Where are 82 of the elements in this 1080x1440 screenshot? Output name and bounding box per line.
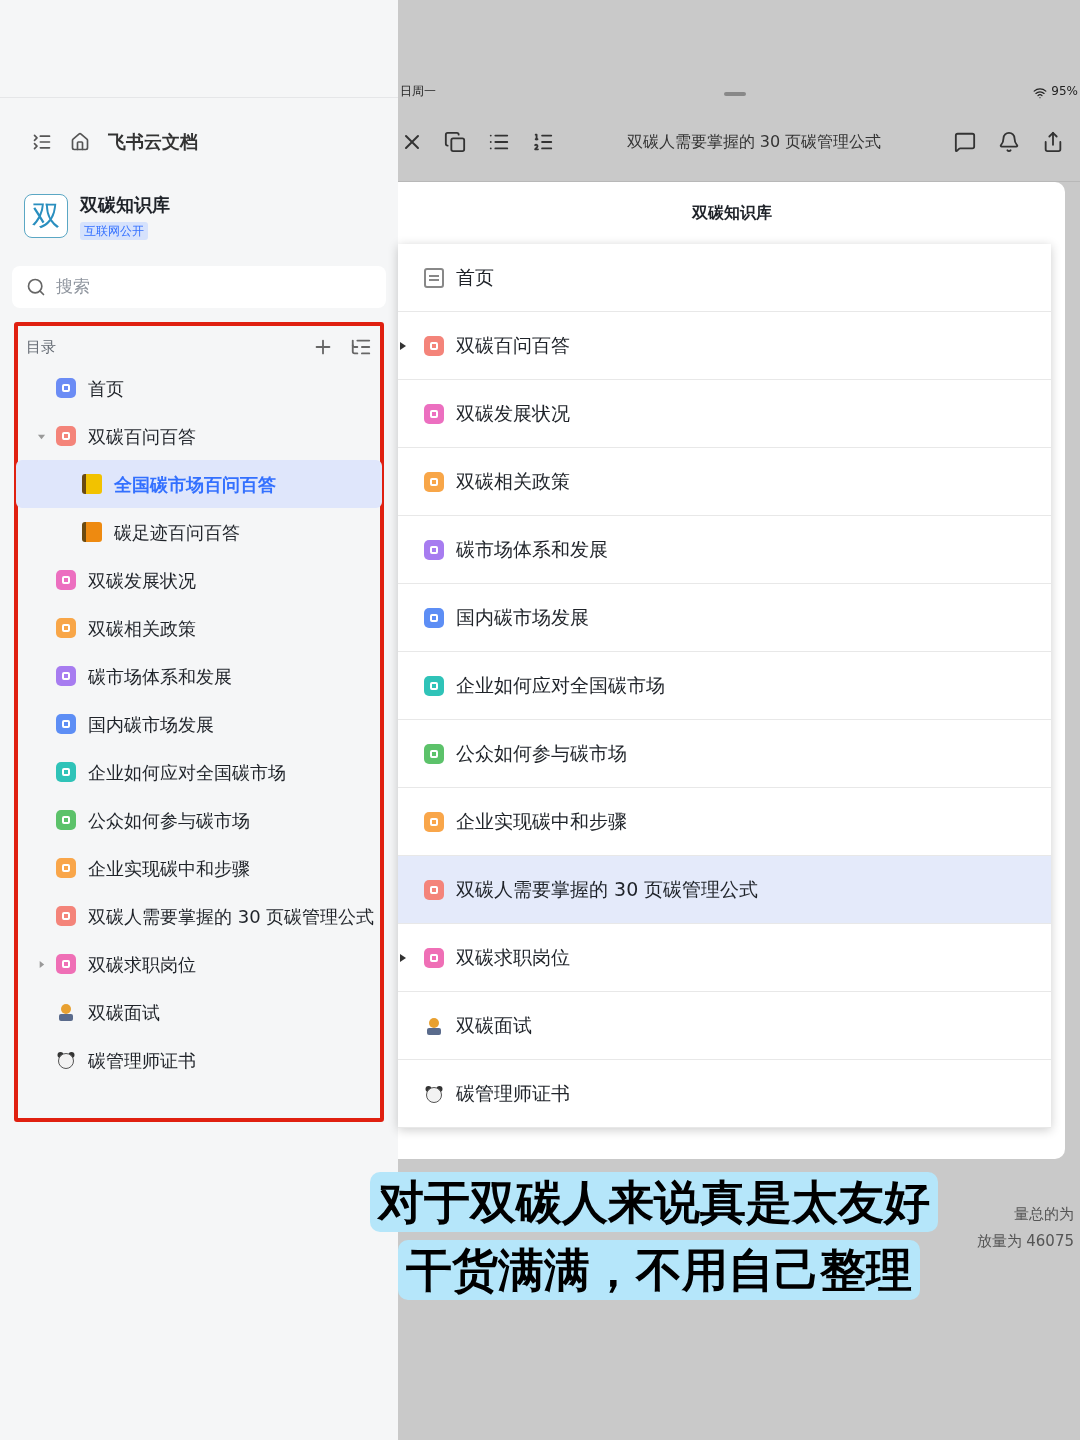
page-list-label: 公众如何参与碳市场 bbox=[456, 741, 627, 767]
home-icon[interactable] bbox=[70, 131, 90, 152]
toc-item-label: 全国碳市场百问百答 bbox=[114, 472, 276, 497]
toc-item-label: 双碳求职岗位 bbox=[88, 952, 196, 977]
panda-icon bbox=[424, 1083, 444, 1104]
page-list-label: 双碳面试 bbox=[456, 1013, 532, 1039]
toc-item-label: 双碳面试 bbox=[88, 1000, 160, 1025]
toc-item[interactable]: 企业实现碳中和步骤 bbox=[26, 844, 372, 892]
toc-item-label: 碳足迹百问百答 bbox=[114, 520, 240, 545]
toc-item-label: 双碳相关政策 bbox=[88, 616, 196, 641]
toc-item-label: 双碳人需要掌握的 30 页碳管理公式 bbox=[88, 904, 375, 929]
toc-item[interactable]: 碳足迹百问百答 bbox=[26, 508, 372, 556]
toc-item-label: 双碳发展状况 bbox=[88, 568, 196, 593]
document-text: 量总的为 bbox=[1014, 1204, 1074, 1225]
document-icon bbox=[424, 267, 444, 288]
toc-title: 目录 bbox=[26, 336, 56, 358]
page-list-label: 企业实现碳中和步骤 bbox=[456, 809, 627, 835]
toc-item[interactable]: 双碳面试 bbox=[26, 988, 372, 1036]
battery-level: 95% bbox=[1051, 83, 1078, 100]
status-date: 日周一 bbox=[400, 83, 436, 100]
toc-item-label: 碳市场体系和发展 bbox=[88, 664, 232, 689]
panda-icon bbox=[56, 1050, 76, 1070]
caption-text: 对于双碳人来说真是太友好 bbox=[370, 1172, 938, 1232]
page-list-label: 企业如何应对全国碳市场 bbox=[456, 673, 665, 699]
toc-item[interactable]: 企业如何应对全国碳市场 bbox=[26, 748, 372, 796]
toc-item-label: 公众如何参与碳市场 bbox=[88, 808, 250, 833]
page-list-item[interactable]: 国内碳市场发展 bbox=[398, 584, 1051, 652]
page-list-item[interactable]: 双碳求职岗位 bbox=[398, 924, 1051, 992]
toc-item-label: 企业如何应对全国碳市场 bbox=[88, 760, 286, 785]
worker-icon bbox=[56, 1002, 76, 1022]
page-list-item[interactable]: 双碳面试 bbox=[398, 992, 1051, 1060]
toc-item[interactable]: 双碳百问百答 bbox=[26, 412, 372, 460]
page-list-label: 双碳相关政策 bbox=[456, 469, 570, 495]
page-list-label: 双碳百问百答 bbox=[456, 333, 570, 359]
page-list-label: 双碳求职岗位 bbox=[456, 945, 570, 971]
page-list-item[interactable]: 碳市场体系和发展 bbox=[398, 516, 1051, 584]
app-title: 飞书云文档 bbox=[108, 130, 198, 154]
toc-item-label: 企业实现碳中和步骤 bbox=[88, 856, 250, 881]
window-icon[interactable] bbox=[444, 130, 466, 153]
page-list-label: 国内碳市场发展 bbox=[456, 605, 589, 631]
toc-item[interactable]: 双碳发展状况 bbox=[26, 556, 372, 604]
page-list-item[interactable]: 碳管理师证书 bbox=[398, 1060, 1051, 1128]
page-list-item[interactable]: 首页 bbox=[398, 244, 1051, 312]
page-list-label: 双碳人需要掌握的 30 页碳管理公式 bbox=[456, 877, 759, 903]
modal-title: 双碳知识库 bbox=[691, 202, 772, 224]
toc-item-label: 双碳百问百答 bbox=[88, 424, 196, 449]
page-list-item[interactable]: 企业如何应对全国碳市场 bbox=[398, 652, 1051, 720]
document-text: 放量为 46075 bbox=[976, 1230, 1074, 1252]
toc-item[interactable]: 双碳人需要掌握的 30 页碳管理公式 bbox=[26, 892, 372, 940]
toc-item[interactable]: 双碳相关政策 bbox=[26, 604, 372, 652]
toc-item[interactable]: 国内碳市场发展 bbox=[26, 700, 372, 748]
space-name: 双碳知识库 bbox=[80, 193, 170, 217]
toc-item-label: 首页 bbox=[88, 376, 124, 401]
space-logo: 双 bbox=[24, 193, 68, 238]
toc-item[interactable]: 公众如何参与碳市场 bbox=[26, 796, 372, 844]
share-icon[interactable] bbox=[1042, 130, 1064, 153]
wifi-icon bbox=[1033, 86, 1048, 100]
document-title: 双碳人需要掌握的 30 页碳管理公式 bbox=[625, 130, 883, 153]
page-list-label: 首页 bbox=[456, 265, 494, 291]
search-icon bbox=[26, 277, 46, 297]
more-dots-icon bbox=[723, 92, 746, 96]
page-list-label: 碳市场体系和发展 bbox=[456, 537, 608, 563]
page-list-item[interactable]: 双碳百问百答 bbox=[398, 312, 1051, 380]
worker-icon bbox=[424, 1015, 444, 1036]
toc-item-label: 碳管理师证书 bbox=[88, 1048, 196, 1073]
caption-text: 干货满满，不用自己整理 bbox=[398, 1240, 920, 1300]
toc-item-label: 国内碳市场发展 bbox=[88, 712, 214, 737]
page-list-item[interactable]: 双碳人需要掌握的 30 页碳管理公式 bbox=[398, 856, 1051, 924]
page-list-label: 碳管理师证书 bbox=[456, 1081, 570, 1107]
bell-icon[interactable] bbox=[998, 130, 1020, 153]
page-list-item[interactable]: 公众如何参与碳市场 bbox=[398, 720, 1051, 788]
toc-item[interactable]: 碳市场体系和发展 bbox=[26, 652, 372, 700]
toc-item[interactable]: 双碳求职岗位 bbox=[26, 940, 372, 988]
comment-icon[interactable] bbox=[954, 130, 976, 153]
public-badge: 互联网公开 bbox=[80, 222, 148, 240]
search-placeholder: 搜索 bbox=[56, 275, 90, 299]
toc-item[interactable]: 碳管理师证书 bbox=[26, 1036, 372, 1084]
toc-item[interactable]: 首页 bbox=[26, 364, 372, 412]
page-list-label: 双碳发展状况 bbox=[456, 401, 570, 427]
page-list-item[interactable]: 双碳相关政策 bbox=[398, 448, 1051, 516]
collapse-icon[interactable] bbox=[32, 131, 52, 152]
page-list-item[interactable]: 双碳发展状况 bbox=[398, 380, 1051, 448]
